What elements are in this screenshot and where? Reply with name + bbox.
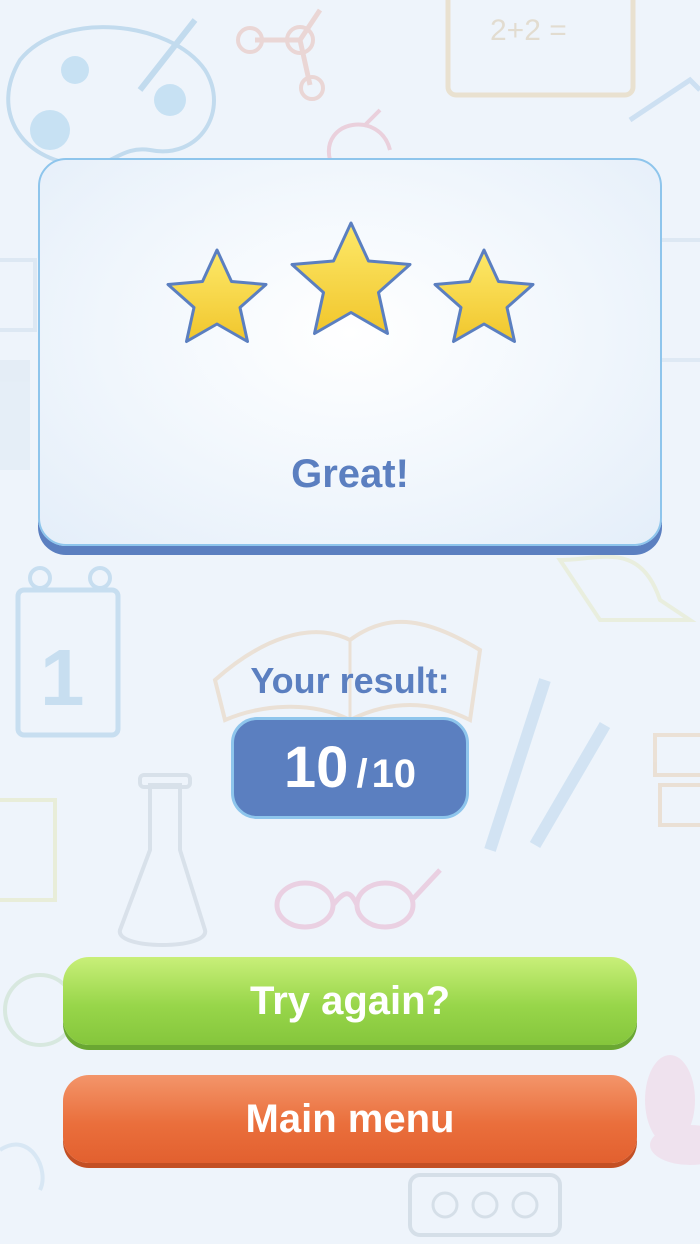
lamp-icon [556, 554, 697, 622]
score-value: 10 [283, 735, 349, 800]
flower-icon [645, 1055, 700, 1165]
star-icon-left [166, 248, 268, 343]
palette-icon [6, 18, 216, 168]
flask-icon [118, 773, 207, 947]
result-message: Great! [291, 452, 409, 496]
result-label: Your result: [250, 660, 450, 701]
star-icon-center [290, 221, 412, 335]
calendar-icon: 1 [15, 566, 121, 738]
stars-rating [166, 221, 535, 343]
pencil-icon [484, 678, 611, 852]
star-icon-right [433, 248, 535, 343]
score-badge: 10/10 [231, 717, 469, 819]
glasses-icon [274, 868, 442, 930]
main-menu-button[interactable]: Main menu [63, 1075, 637, 1163]
paints-icon [408, 1173, 562, 1237]
score-separator: / [356, 752, 368, 796]
books-stack-icon [0, 258, 37, 470]
score-total: 10 [371, 752, 417, 796]
chalkboard-icon: 2+2 = [445, 0, 636, 98]
apple-icon [326, 108, 392, 161]
try-again-button[interactable]: Try again? [63, 957, 637, 1045]
book-stack-right-icon [653, 733, 700, 827]
svg-text:2+2 =: 2+2 = [490, 14, 567, 47]
molecule-icon [236, 8, 325, 101]
result-card: Great! [38, 158, 662, 546]
chalk-box-icon [0, 798, 57, 902]
